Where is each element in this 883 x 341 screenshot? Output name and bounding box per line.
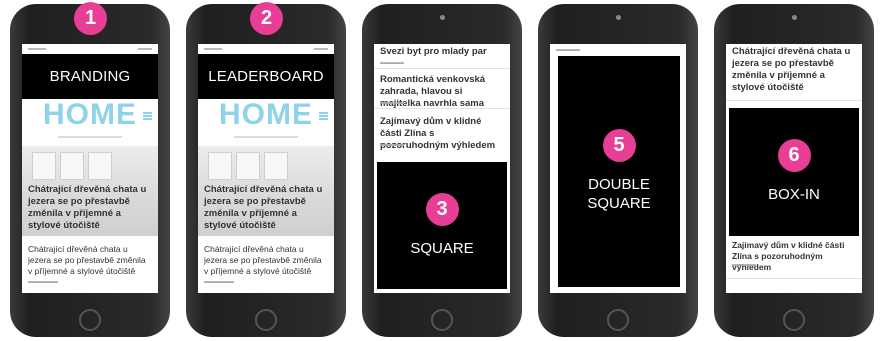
ad-square: 3 SQUARE bbox=[377, 162, 507, 289]
article-meta: ▬▬▬▬ bbox=[380, 60, 404, 66]
divider bbox=[726, 278, 862, 279]
ad-label: DOUBLE SQUARE bbox=[587, 176, 651, 212]
phone-mockup-box-in: Chátrající dřevěná chata u jezera se po … bbox=[714, 4, 874, 337]
status-bar bbox=[198, 44, 334, 54]
ad-label: BOX-IN bbox=[768, 186, 820, 204]
phone-mockup-square: Svezi byt pro mlady par ▬▬▬▬ Romantická … bbox=[362, 4, 522, 337]
article-meta: ▬▬▬▬ bbox=[380, 142, 404, 148]
site-logo: HOME bbox=[43, 98, 137, 131]
divider bbox=[374, 68, 510, 69]
number-badge: 3 bbox=[425, 192, 459, 226]
home-button bbox=[431, 309, 453, 331]
article-meta: ▬▬▬▬▬ bbox=[204, 279, 234, 285]
article-headline[interactable]: Chátrající dřevěná chata u jezera se po … bbox=[732, 46, 856, 94]
phone-screen: LEADERBOARD HOME Chátrající dřevěná chat… bbox=[198, 44, 334, 293]
article-headline[interactable]: Chátrající dřevěná chata u jezera se po … bbox=[28, 184, 152, 232]
number-badge: 2 bbox=[250, 2, 283, 35]
phone-speaker bbox=[792, 15, 797, 20]
article-teaser[interactable]: Zajímavý dům v klidné části Zlína s pozo… bbox=[732, 240, 856, 273]
article-meta: ▬▬▬▬ bbox=[380, 100, 404, 106]
status-bar bbox=[22, 44, 158, 54]
phone-screen: Chátrající dřevěná chata u jezera se po … bbox=[726, 44, 862, 293]
home-button bbox=[79, 309, 101, 331]
ad-branding: BRANDING bbox=[22, 54, 158, 99]
home-button bbox=[783, 309, 805, 331]
ad-label: BRANDING bbox=[49, 68, 131, 85]
ad-double-square: 5 DOUBLE SQUARE bbox=[558, 56, 680, 287]
ad-label: SQUARE bbox=[410, 239, 474, 257]
phone-speaker bbox=[440, 15, 445, 20]
phone-screen: BRANDING HOME Chátrající dřevěná chata u… bbox=[22, 44, 158, 293]
article-meta: ▬▬▬▬ bbox=[556, 47, 580, 53]
menu-icon[interactable] bbox=[319, 112, 328, 120]
number-badge: 1 bbox=[74, 2, 107, 35]
number-badge: 6 bbox=[777, 139, 811, 173]
article-headline[interactable]: Chátrající dřevěná chata u jezera se po … bbox=[204, 184, 328, 232]
article-teaser[interactable]: Chátrající dřevěná chata u jezera se po … bbox=[28, 244, 152, 277]
article-meta: ▬▬▬▬ bbox=[732, 262, 756, 268]
home-button bbox=[607, 309, 629, 331]
phone-screen: ▬▬▬▬ 5 DOUBLE SQUARE bbox=[550, 44, 686, 293]
ad-leaderboard: LEADERBOARD bbox=[198, 54, 334, 99]
article-meta: ▬▬▬▬▬ bbox=[28, 279, 58, 285]
divider bbox=[726, 100, 862, 101]
number-badge: 5 bbox=[602, 129, 636, 163]
divider bbox=[374, 108, 510, 109]
logo-tagline bbox=[58, 136, 122, 138]
site-logo: HOME bbox=[219, 98, 313, 131]
phone-screen: Svezi byt pro mlady par ▬▬▬▬ Romantická … bbox=[374, 44, 510, 293]
home-button bbox=[255, 309, 277, 331]
phone-mockup-double-square: ▬▬▬▬ 5 DOUBLE SQUARE bbox=[538, 4, 698, 337]
article-teaser[interactable]: Chátrající dřevěná chata u jezera se po … bbox=[204, 244, 328, 277]
phone-mockup-branding: 1 BRANDING HOME Chátrající dřevěná chata… bbox=[10, 2, 170, 337]
phone-speaker bbox=[616, 15, 621, 20]
logo-tagline bbox=[234, 136, 298, 138]
article-title[interactable]: Svezi byt pro mlady par bbox=[380, 46, 504, 58]
ad-box-in: 6 BOX-IN bbox=[729, 108, 859, 236]
phone-mockup-leaderboard: 2 LEADERBOARD HOME Chátrající dřevěná ch… bbox=[186, 2, 346, 337]
ad-label: LEADERBOARD bbox=[208, 68, 324, 85]
menu-icon[interactable] bbox=[143, 112, 152, 120]
